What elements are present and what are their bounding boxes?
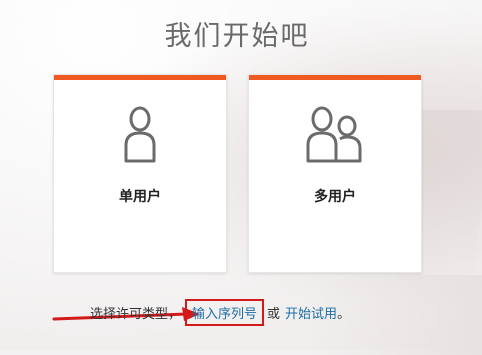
- license-prompt-text: 选择许可类型，: [90, 307, 182, 322]
- page-title: 我们开始吧: [164, 21, 310, 52]
- card-accent-bar: [249, 75, 421, 80]
- card-accent-bar: [54, 75, 226, 80]
- period-text: 。: [337, 307, 351, 322]
- or-text: 或: [267, 307, 281, 322]
- license-prompt-row: 选择许可类型， 输入序列号 或 开始试用 。: [90, 299, 350, 326]
- multi-user-card[interactable]: 多用户: [248, 74, 422, 273]
- single-user-card[interactable]: 单用户: [53, 74, 227, 273]
- serial-highlight-box: 输入序列号: [185, 299, 265, 326]
- multi-user-label: 多用户: [314, 189, 356, 205]
- enter-serial-link[interactable]: 输入序列号: [192, 307, 257, 322]
- start-trial-link[interactable]: 开始试用: [285, 303, 337, 322]
- single-user-label: 单用户: [119, 189, 161, 205]
- multi-user-icon: [249, 105, 421, 165]
- single-user-icon: [54, 105, 226, 165]
